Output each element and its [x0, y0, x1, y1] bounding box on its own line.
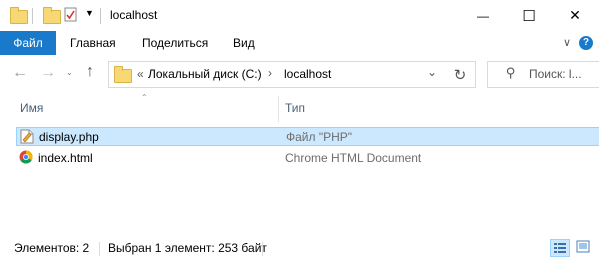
up-arrow-icon[interactable]: ↑: [86, 63, 94, 81]
folder-icon: [10, 7, 28, 24]
new-folder-icon[interactable]: [43, 7, 61, 24]
address-dropdown-icon[interactable]: ⌄: [427, 65, 437, 79]
refresh-button[interactable]: ↻: [445, 61, 476, 88]
refresh-icon: ↻: [453, 66, 467, 84]
tab-home[interactable]: Главная: [70, 31, 116, 55]
breadcrumb-localhost[interactable]: localhost: [284, 67, 331, 81]
expand-ribbon-icon[interactable]: ∨: [563, 31, 571, 55]
status-item-count: Элементов: 2: [14, 241, 90, 255]
tab-view[interactable]: Вид: [233, 31, 255, 55]
file-type: Chrome HTML Document: [285, 151, 422, 165]
quick-access-dropdown-icon[interactable]: ▼: [85, 8, 94, 18]
status-selection: Выбран 1 элемент: 253 байт: [108, 241, 267, 255]
file-row-display-php[interactable]: display.php Файл "PHP": [16, 127, 599, 146]
address-bar[interactable]: « Локальный диск (C:) › localhost ⌄: [108, 61, 446, 88]
maximize-button[interactable]: ☐: [506, 0, 552, 31]
file-row-index-html[interactable]: index.html Chrome HTML Document: [16, 149, 599, 168]
breadcrumb-overflow[interactable]: «: [137, 67, 144, 81]
details-view-button[interactable]: [550, 239, 570, 257]
search-icon: ⚲: [506, 65, 516, 80]
help-icon[interactable]: ?: [579, 36, 593, 50]
breadcrumb-separator[interactable]: ›: [268, 66, 272, 80]
properties-icon[interactable]: [64, 7, 77, 22]
file-name: index.html: [38, 151, 93, 165]
title-separator: [100, 8, 101, 24]
column-header-name[interactable]: Имя: [20, 101, 43, 115]
column-header-type[interactable]: Тип: [285, 101, 305, 115]
recent-locations-icon[interactable]: ⌄: [66, 68, 73, 77]
status-bar: Элементов: 2 Выбран 1 элемент: 253 байт: [0, 236, 599, 261]
address-folder-icon: [114, 66, 132, 83]
title-bar: ▼ localhost — ☐ ✕: [0, 0, 599, 31]
status-separator: [99, 242, 100, 256]
tab-file[interactable]: Файл: [0, 31, 56, 55]
breadcrumb-drive[interactable]: Локальный диск (C:): [148, 67, 262, 81]
chrome-html-icon: [19, 150, 33, 164]
php-file-icon: [20, 129, 34, 144]
forward-arrow-icon[interactable]: →: [40, 64, 56, 82]
sort-arrow-icon: ⌃: [141, 93, 148, 102]
ribbon-tabs: Файл Главная Поделиться Вид ∨ ?: [0, 31, 599, 55]
title-separator: [32, 8, 33, 24]
search-placeholder: Поиск: l...: [529, 67, 582, 81]
back-arrow-icon[interactable]: ←: [12, 64, 28, 82]
search-box[interactable]: ⚲ Поиск: l...: [487, 61, 599, 88]
large-icons-view-button[interactable]: [574, 239, 594, 257]
minimize-button[interactable]: —: [460, 0, 506, 31]
column-divider[interactable]: [278, 96, 279, 122]
file-name: display.php: [39, 130, 99, 144]
tab-share[interactable]: Поделиться: [142, 31, 208, 55]
status-separator: [262, 242, 263, 256]
file-type: Файл "PHP": [286, 130, 353, 144]
window-title: localhost: [110, 8, 158, 22]
close-button[interactable]: ✕: [552, 0, 598, 31]
